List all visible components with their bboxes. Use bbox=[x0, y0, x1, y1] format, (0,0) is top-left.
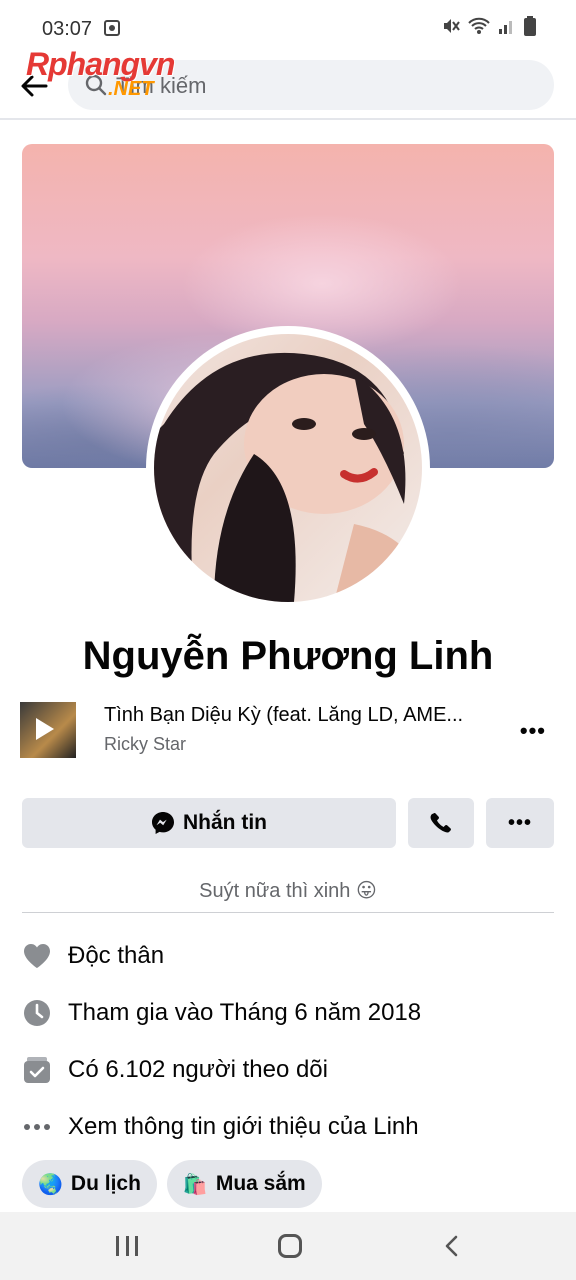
phone-icon bbox=[430, 813, 451, 833]
interest-chips: 🌏 Du lịch 🛍️ Mua sắm bbox=[22, 1160, 322, 1208]
mute-icon bbox=[444, 19, 460, 33]
call-button[interactable] bbox=[408, 798, 474, 848]
message-button-label: Nhắn tin bbox=[183, 811, 267, 834]
music-title: Tình Bạn Diệu Kỳ (feat. Lăng LD, AME... bbox=[104, 704, 464, 726]
followers-icon bbox=[22, 1055, 52, 1085]
detail-joined: Tham gia vào Tháng 6 năm 2018 bbox=[22, 995, 554, 1031]
clock-icon bbox=[22, 998, 52, 1028]
nav-back-icon[interactable] bbox=[440, 1234, 464, 1258]
profile-actions: Nhắn tin ••• bbox=[22, 798, 554, 848]
messenger-icon bbox=[152, 812, 174, 834]
album-art[interactable] bbox=[20, 702, 76, 758]
detail-text: Xem thông tin giới thiệu của Linh bbox=[68, 1113, 419, 1140]
status-time: 03:07 bbox=[42, 18, 93, 40]
more-icon bbox=[22, 1112, 52, 1142]
detail-see-about[interactable]: Xem thông tin giới thiệu của Linh bbox=[22, 1109, 554, 1145]
home-icon[interactable] bbox=[278, 1234, 302, 1258]
detail-text: Tham gia vào Tháng 6 năm 2018 bbox=[68, 999, 422, 1026]
more-dots-icon: ••• bbox=[507, 811, 532, 834]
detail-text: Độc thân bbox=[68, 942, 165, 969]
recent-apps-icon[interactable] bbox=[116, 1236, 138, 1256]
divider bbox=[22, 912, 554, 913]
chip-label: Du lịch bbox=[70, 1172, 141, 1195]
battery-icon bbox=[524, 16, 536, 36]
profile-music[interactable]: Tình Bạn Diệu Kỳ (feat. Lăng LD, AME... … bbox=[20, 700, 556, 760]
watermark-logo: Rphangvn .NET bbox=[26, 46, 175, 100]
signal-icon bbox=[499, 21, 512, 34]
profile-avatar[interactable] bbox=[154, 334, 422, 602]
watermark-sub: .NET bbox=[108, 78, 154, 100]
wifi-icon bbox=[468, 17, 490, 34]
profile-bio: Suýt nữa thì xinh 😛 bbox=[199, 880, 377, 902]
chip-label: Mua sắm bbox=[215, 1172, 306, 1195]
status-icons bbox=[442, 16, 536, 36]
music-artist: Ricky Star bbox=[104, 734, 187, 754]
more-button[interactable]: ••• bbox=[486, 798, 554, 848]
system-nav-bar bbox=[0, 1212, 576, 1280]
notification-icon bbox=[104, 20, 120, 36]
profile-name: Nguyễn Phương Linh bbox=[82, 634, 494, 678]
detail-relationship: Độc thân bbox=[22, 938, 554, 974]
heart-icon bbox=[22, 941, 52, 971]
message-button[interactable]: Nhắn tin bbox=[22, 798, 396, 848]
shopping-bag-icon: 🛍️ bbox=[182, 1173, 208, 1196]
chip-travel[interactable]: 🌏 Du lịch bbox=[22, 1160, 157, 1208]
watermark-main: Rphangvn bbox=[26, 46, 175, 82]
detail-followers[interactable]: Có 6.102 người theo dõi bbox=[22, 1052, 554, 1088]
detail-text: Có 6.102 người theo dõi bbox=[68, 1056, 328, 1083]
globe-icon: 🌏 bbox=[38, 1173, 63, 1196]
play-icon bbox=[36, 718, 54, 740]
music-more-button[interactable]: ••• bbox=[520, 718, 546, 744]
chip-shopping[interactable]: 🛍️ Mua sắm bbox=[166, 1160, 322, 1208]
